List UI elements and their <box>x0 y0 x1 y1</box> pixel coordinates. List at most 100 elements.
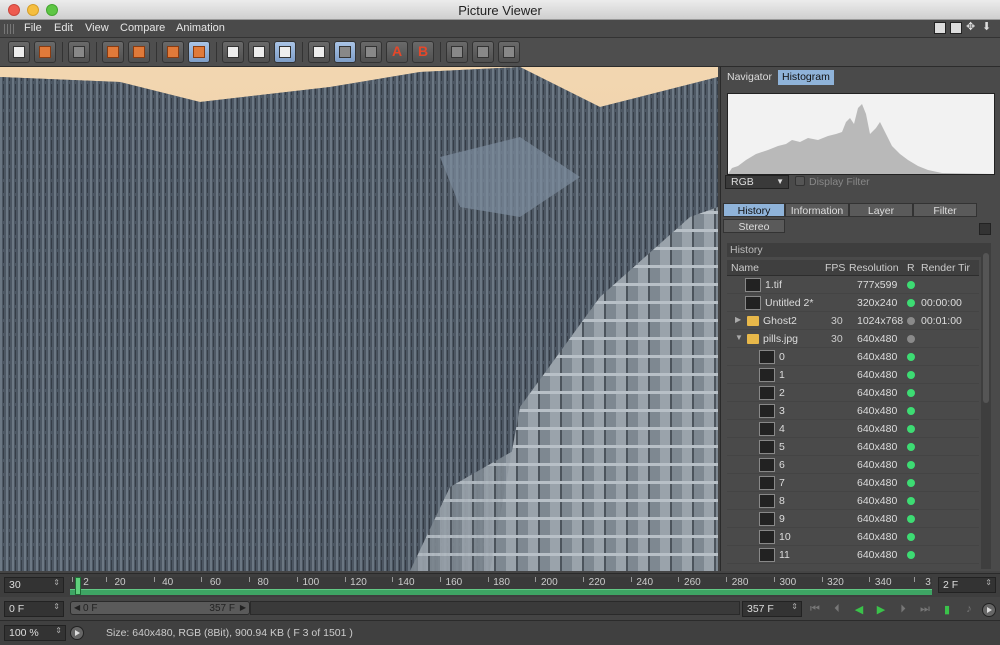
history-row[interactable]: 8 640x480 <box>727 492 979 510</box>
zoom-field[interactable]: 100 % ⇕ <box>4 625 66 641</box>
history-row[interactable]: 7 640x480 <box>727 474 979 492</box>
timeline-ruler[interactable]: 2 20 40 60 80 100 120 140 160 180 200 220 240 260 280 3… <box>70 577 932 595</box>
history-row[interactable]: ▼ pills.jpg 30 640x480 <box>727 330 979 348</box>
range-start-label: 0 F <box>83 603 98 614</box>
thumbnail-icon <box>759 440 775 454</box>
sound-icon[interactable]: ♪ <box>962 603 976 617</box>
history-row[interactable]: 10 640x480 <box>727 528 979 546</box>
history-row[interactable]: 9 640x480 <box>727 510 979 528</box>
thumbnail-icon <box>759 548 775 562</box>
history-row[interactable]: 1.tif 777x599 <box>727 276 979 294</box>
compare-button[interactable] <box>308 41 330 63</box>
thumbnail-icon <box>759 512 775 526</box>
display-filter-checkbox[interactable]: Display Filter <box>795 176 870 188</box>
fps-field-value: 30 <box>9 579 21 591</box>
start-frame-field[interactable]: 0 F ⇕ <box>4 601 64 617</box>
save-button[interactable] <box>34 41 56 63</box>
go-to-start-button[interactable]: ⏮ <box>808 603 822 617</box>
split-both-button[interactable] <box>498 41 520 63</box>
image-viewport[interactable] <box>0 67 718 571</box>
render-region-button[interactable] <box>188 41 210 63</box>
channel-select[interactable]: RGB ▼ <box>725 175 789 189</box>
next-frame-button[interactable]: ⏵ <box>896 603 910 617</box>
history-row[interactable]: ▶ Ghost2 30 1024x768 00:01:00 <box>727 312 979 330</box>
column-render-time[interactable]: Render Tir <box>921 262 970 274</box>
set-a-button[interactable]: A <box>386 41 408 63</box>
render-button[interactable] <box>222 41 244 63</box>
filter-button[interactable] <box>68 41 90 63</box>
history-row[interactable]: 2 640x480 <box>727 384 979 402</box>
play-forward-button[interactable]: ▶ <box>874 603 888 617</box>
new-window-icon[interactable] <box>950 22 962 34</box>
thumbnail-icon <box>759 368 775 382</box>
tab-stereo[interactable]: Stereo <box>723 219 785 233</box>
set-a-icon: A <box>392 43 403 59</box>
expand-arrow-icon[interactable]: ▶ <box>735 315 741 324</box>
zoom-options-button[interactable] <box>70 626 84 640</box>
ruler-tick <box>296 577 298 582</box>
previous-frame-button[interactable]: ⏴ <box>830 603 844 617</box>
arrow-down-icon[interactable]: ⬇ <box>982 22 994 34</box>
layout-icon[interactable] <box>934 22 946 34</box>
menu-compare[interactable]: Compare <box>120 22 165 34</box>
go-to-end-button[interactable]: ⏭ <box>918 603 932 617</box>
history-scrollbar[interactable] <box>981 243 991 569</box>
tab-history[interactable]: History <box>723 203 785 217</box>
column-fps[interactable]: FPS <box>825 262 845 274</box>
loop-button[interactable]: ▮ <box>940 603 954 617</box>
range-bar: 0 F ⇕ ◀ 0 F 357 F ▶ 357 F ⇕ ⏮ ⏴ ◀ ▶ ⏵ ⏭ … <box>0 598 1000 620</box>
history-row[interactable]: Untitled 2* 320x240 00:00:00 <box>727 294 979 312</box>
history-row-resolution: 640x480 <box>857 459 898 471</box>
menu-file[interactable]: File <box>24 22 42 34</box>
export-button[interactable] <box>102 41 124 63</box>
history-row[interactable]: 6 640x480 <box>727 456 979 474</box>
menu-view[interactable]: View <box>85 22 109 34</box>
history-row[interactable]: 5 640x480 <box>727 438 979 456</box>
snapshot-button[interactable] <box>162 41 184 63</box>
split-horizontal-button[interactable] <box>472 41 494 63</box>
playhead-handle[interactable] <box>75 577 81 595</box>
tab-navigator[interactable]: Navigator <box>723 70 776 85</box>
playback-options-button[interactable] <box>982 603 996 617</box>
tab-filter[interactable]: Filter <box>913 203 977 217</box>
menu-edit[interactable]: Edit <box>54 22 73 34</box>
history-row[interactable]: 3 640x480 <box>727 402 979 420</box>
range-left-arrow-icon[interactable]: ◀ <box>74 603 80 612</box>
history-row[interactable]: 0 640x480 <box>727 348 979 366</box>
frame-step-field[interactable]: 2 F ⇕ <box>938 577 996 593</box>
range-track[interactable] <box>250 601 740 615</box>
scrollbar-thumb[interactable] <box>983 253 989 403</box>
layers-button[interactable] <box>128 41 150 63</box>
column-name[interactable]: Name <box>731 262 759 274</box>
toolbar-separator <box>156 42 157 62</box>
range-slider[interactable]: ◀ 0 F 357 F ▶ <box>70 601 250 615</box>
ruler-tick-label: 20 <box>114 577 126 588</box>
open-button[interactable] <box>8 41 30 63</box>
ab-split-button[interactable] <box>334 41 356 63</box>
ab-mode-button[interactable] <box>360 41 382 63</box>
column-r[interactable]: R <box>907 262 915 274</box>
render-active-button[interactable] <box>274 41 296 63</box>
ruler-tick-label: 2 <box>83 577 89 588</box>
render-all-button[interactable] <box>248 41 270 63</box>
history-row[interactable]: 1 640x480 <box>727 366 979 384</box>
ruler-tick <box>678 577 680 582</box>
fps-field[interactable]: 30 ⇕ <box>4 577 64 593</box>
tab-histogram[interactable]: Histogram <box>778 70 834 85</box>
column-resolution[interactable]: Resolution <box>849 262 899 274</box>
end-frame-field[interactable]: 357 F ⇕ <box>742 601 802 617</box>
move-icon[interactable]: ✥ <box>966 22 978 34</box>
play-backward-button[interactable]: ◀ <box>852 603 866 617</box>
split-vertical-button[interactable] <box>446 41 468 63</box>
tab-information[interactable]: Information <box>785 203 849 217</box>
history-row[interactable]: 4 640x480 <box>727 420 979 438</box>
channel-select-value: RGB <box>731 176 754 188</box>
panel-menu-icon[interactable] <box>979 223 991 235</box>
ruler-tick-label: 120 <box>350 577 367 588</box>
menu-animation[interactable]: Animation <box>176 22 225 34</box>
set-b-button[interactable]: B <box>412 41 434 63</box>
history-row[interactable]: 11 640x480 <box>727 546 979 564</box>
tab-layer[interactable]: Layer <box>849 203 913 217</box>
range-right-arrow-icon[interactable]: ▶ <box>240 603 246 612</box>
collapse-arrow-icon[interactable]: ▼ <box>735 333 743 342</box>
